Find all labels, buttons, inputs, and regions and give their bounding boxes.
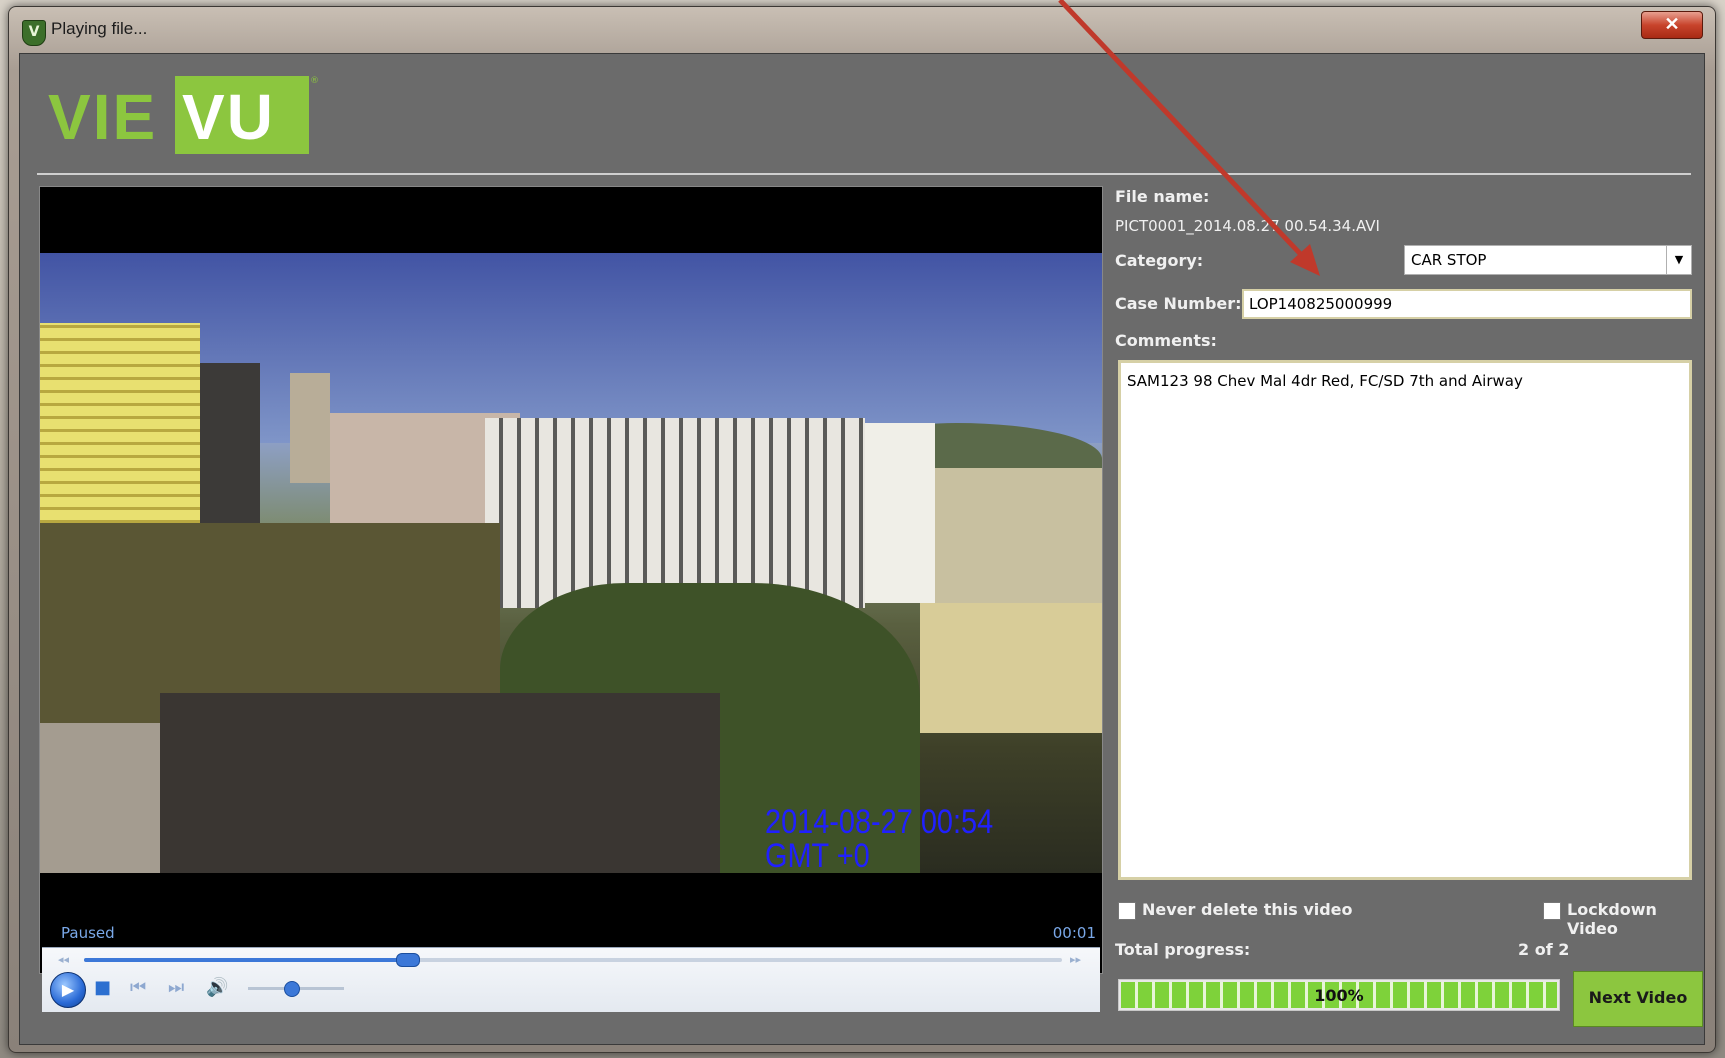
timestamp-line-2: GMT +0 [765,837,870,873]
timestamp-line-1: 2014-08-27 00:54 [765,803,994,841]
rewind-icon[interactable]: ◂◂ [58,950,69,970]
playback-status: Paused [61,924,115,942]
white-highrise-side [865,423,935,603]
lockdown-label: Lockdown Video [1567,900,1657,938]
spire-tower [290,373,330,483]
header-divider [37,173,1691,175]
vievu-logo: VIE VU ® [48,76,319,154]
video-timestamp-overlay: 2014-08-27 00:54 GMT +0 [765,805,993,873]
dropdown-arrow-icon[interactable]: ▼ [1666,246,1691,274]
title-bar[interactable]: V Playing file... ✕ [9,7,1715,53]
seek-thumb[interactable] [395,953,420,967]
video-player[interactable]: 2014-08-27 00:54 GMT +0 Paused 00:01 ◂◂ … [39,186,1103,1012]
never-delete-checkbox[interactable] [1118,902,1136,920]
video-frame[interactable]: 2014-08-27 00:54 GMT +0 [40,253,1102,873]
file-name-value: PICT0001_2014.08.27 00.54.34.AVI [1115,217,1380,235]
close-button[interactable]: ✕ [1641,11,1703,39]
app-window: V Playing file... ✕ VIE VU ® 2014-08-27 … [8,6,1716,1053]
progress-percent: 100% [1314,986,1364,1005]
stop-icon[interactable]: ■ [94,978,111,998]
progress-count: 2 of 2 [1518,940,1570,959]
lockdown-checkbox[interactable] [1543,902,1561,920]
category-dropdown[interactable]: CAR STOP ▼ [1404,245,1692,275]
volume-thumb[interactable] [284,981,301,997]
client-area: VIE VU ® 2014-08-27 00:54 GMT +0 Paused … [19,53,1705,1045]
logo-text-vu: VU [182,81,275,153]
yellow-building [40,323,200,533]
comments-textarea[interactable] [1118,360,1692,880]
never-delete-label: Never delete this video [1142,900,1353,919]
seek-bar[interactable] [84,953,1062,967]
fast-forward-icon[interactable]: ▸▸ [1070,950,1081,970]
white-highrise [485,418,865,608]
right-buildings [935,468,1102,608]
left-low-building [40,723,160,873]
app-shield-icon: V [22,20,46,46]
case-number-input[interactable] [1242,289,1692,319]
next-icon[interactable]: ⏭ [168,978,184,998]
previous-icon[interactable]: ⏮ [130,978,146,998]
dark-tower [200,363,260,543]
volume-icon[interactable]: 🔊 [206,978,228,998]
cream-building [920,603,1102,733]
street [160,693,720,873]
logo-text-vie: VIE [48,81,158,153]
category-selected-value: CAR STOP [1411,251,1487,269]
file-name-label: File name: [1115,187,1210,206]
total-progress-label: Total progress: [1115,940,1251,959]
next-video-button[interactable]: Next Video [1573,971,1703,1027]
seek-bar-fill [84,958,407,962]
category-label: Category: [1115,251,1204,270]
comments-label: Comments: [1115,331,1217,350]
case-number-label: Case Number: [1115,294,1242,313]
play-button[interactable]: ▶ [50,972,86,1008]
player-controls: ◂◂ ▸▸ ▶ ■ ⏮ ⏭ 🔊 [42,947,1100,1012]
logo-trademark: ® [310,76,319,86]
window-title: Playing file... [51,19,148,38]
total-progress-bar: 100% [1118,979,1560,1011]
elapsed-time: 00:01 [1052,924,1096,942]
